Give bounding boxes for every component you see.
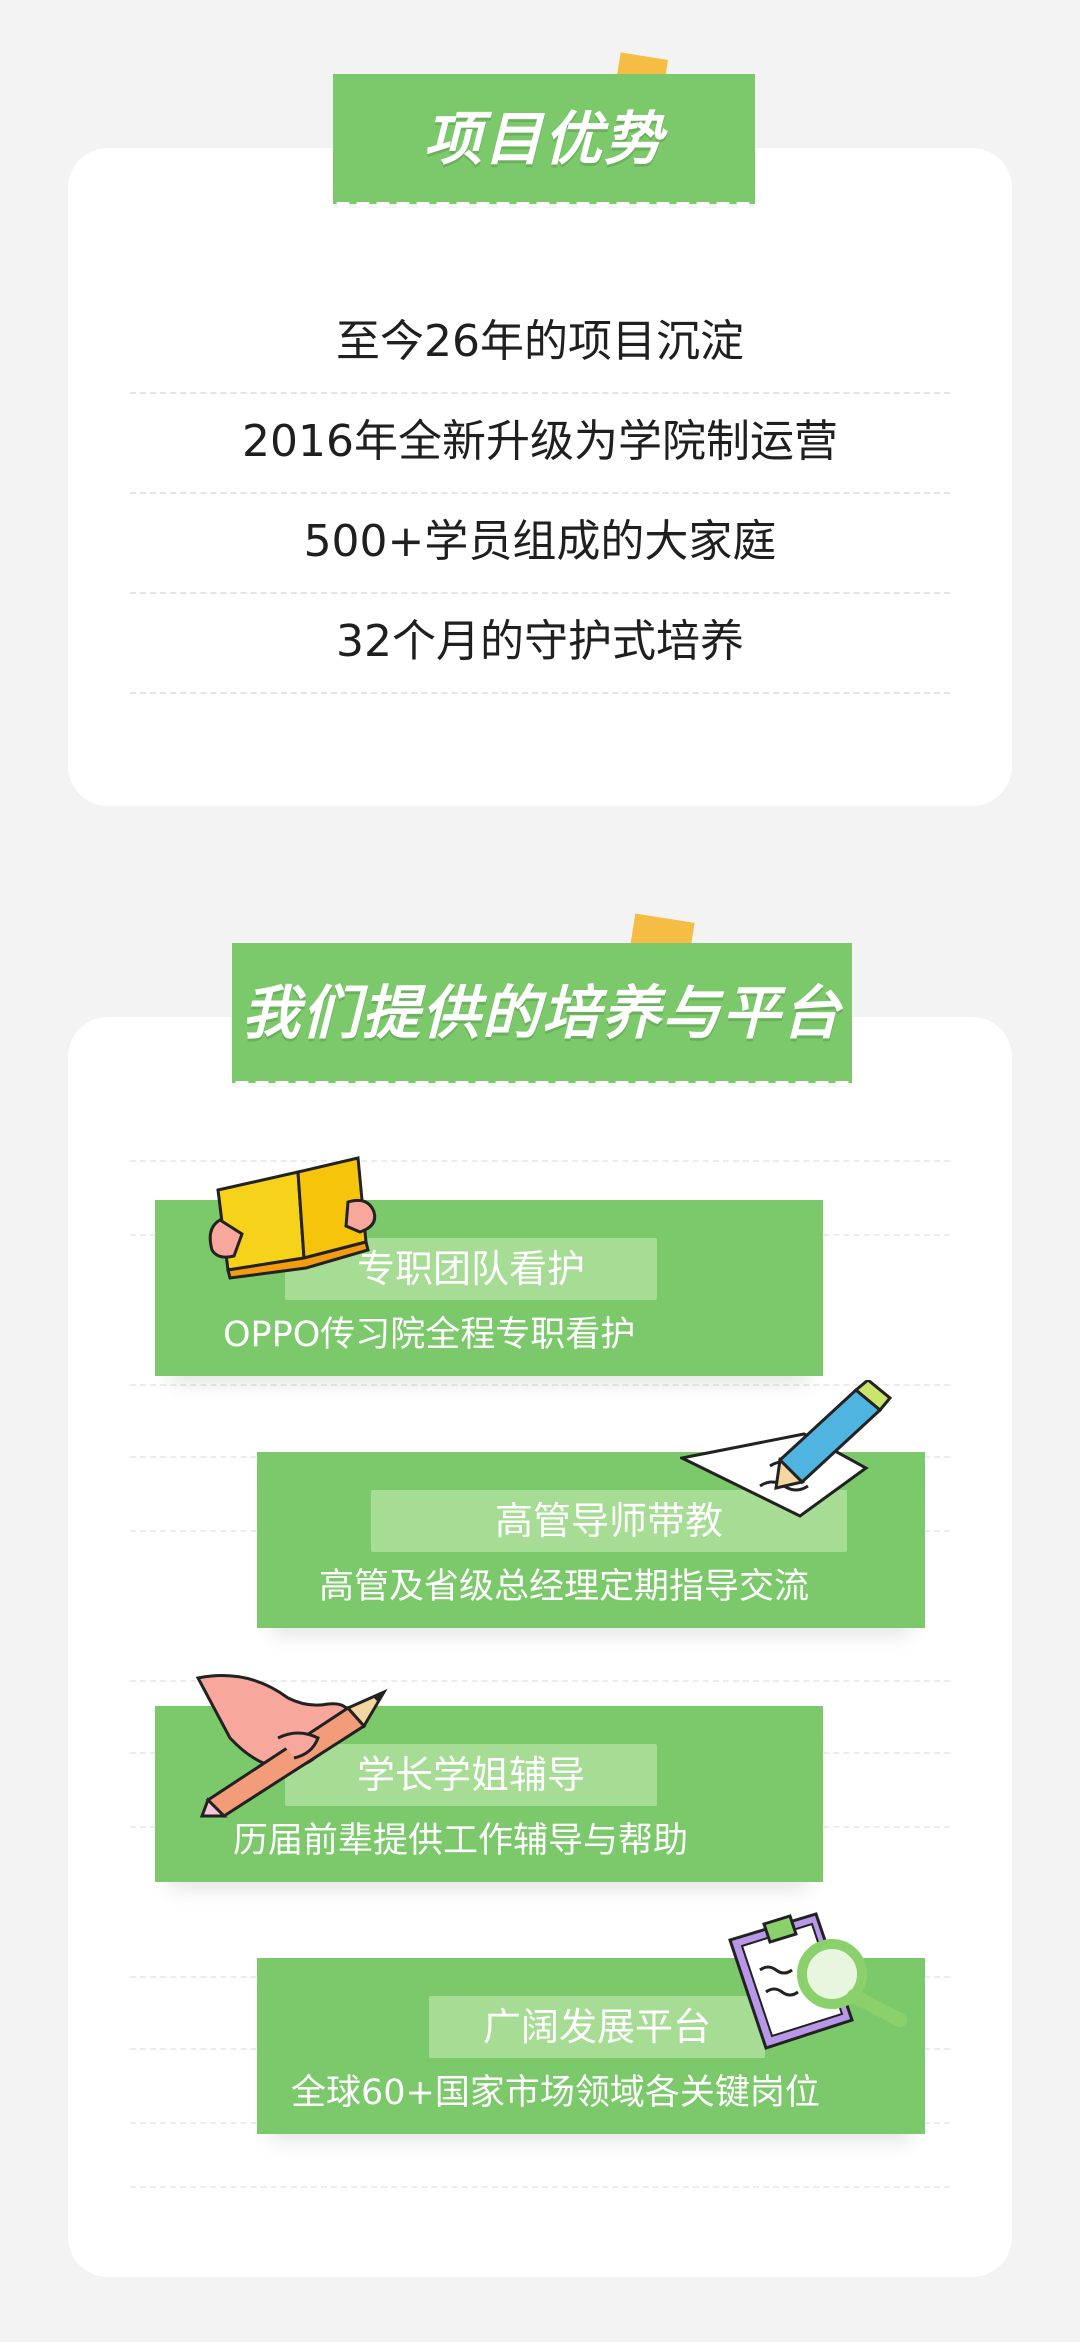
clipboard-magnifier-icon bbox=[728, 1912, 907, 2050]
book-icon bbox=[208, 1156, 377, 1280]
advantage-item: 至今26年的项目沉淀 bbox=[130, 292, 950, 394]
advantage-item: 500+学员组成的大家庭 bbox=[130, 492, 950, 594]
advantages-title-banner: 项目优势 bbox=[333, 74, 755, 214]
item-desc: 历届前辈提供工作辅导与帮助 bbox=[233, 1821, 689, 1861]
item-desc: OPPO传习院全程专职看护 bbox=[223, 1315, 636, 1355]
advantage-item: 2016年全新升级为学院制运营 bbox=[130, 392, 950, 494]
item-title: 广阔发展平台 bbox=[429, 1996, 765, 2058]
advantages-title: 项目优势 bbox=[423, 105, 664, 173]
platform-title-banner: 我们提供的培养与平台 bbox=[232, 943, 852, 1093]
divider bbox=[130, 2186, 950, 2188]
pen-paper-icon bbox=[680, 1380, 893, 1518]
hand-pencil-icon bbox=[195, 1674, 388, 1818]
item-desc: 全球60+国家市场领域各关键岗位 bbox=[291, 2073, 820, 2113]
advantage-item: 32个月的守护式培养 bbox=[130, 592, 950, 694]
item-desc: 高管及省级总经理定期指导交流 bbox=[319, 1567, 810, 1607]
platform-title: 我们提供的培养与平台 bbox=[241, 979, 842, 1047]
